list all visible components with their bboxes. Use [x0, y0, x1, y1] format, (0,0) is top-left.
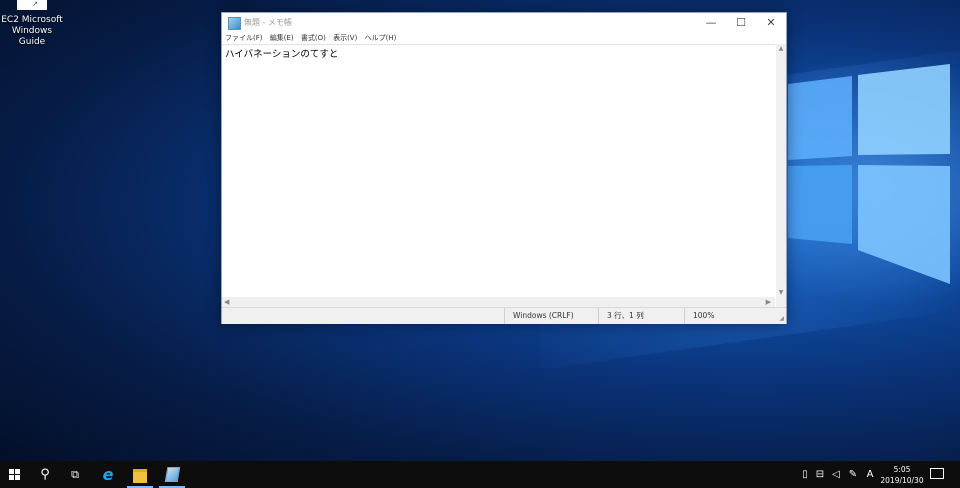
- title-bar[interactable]: 無題 - メモ帳 — ☐ ✕: [222, 13, 786, 33]
- close-button[interactable]: ✕: [756, 13, 786, 33]
- maximize-button[interactable]: ☐: [726, 13, 756, 33]
- folder-icon: [133, 469, 147, 483]
- scroll-left-icon[interactable]: ◀: [224, 297, 229, 307]
- scroll-up-icon[interactable]: ▲: [776, 45, 786, 52]
- pen-icon[interactable]: ✎: [846, 461, 860, 488]
- status-bar: Windows (CRLF) 3 行、1 列 100% ◢: [222, 307, 786, 324]
- menu-view[interactable]: 表示(V): [333, 34, 357, 42]
- usb-device-icon[interactable]: ▯: [799, 461, 811, 488]
- minimize-button[interactable]: —: [696, 13, 726, 33]
- scrollbar-corner: [776, 297, 786, 307]
- desktop-icon-ec2-guide[interactable]: ↗ EC2 Microsoft Windows Guide: [0, 0, 64, 48]
- notepad-app-icon[interactable]: [228, 17, 241, 30]
- scroll-down-icon[interactable]: ▼: [776, 289, 786, 296]
- clock-time: 5:05: [893, 465, 911, 474]
- status-cursor-position: 3 行、1 列: [598, 308, 685, 324]
- menu-format[interactable]: 書式(O): [301, 34, 326, 42]
- network-icon[interactable]: ⊟: [813, 461, 827, 488]
- editor-content[interactable]: ハイバネーションのてすと: [225, 46, 338, 60]
- horizontal-scrollbar[interactable]: ◀ ▶: [222, 297, 775, 307]
- clock-date: 2019/10/30: [880, 476, 924, 485]
- notepad-taskbar-button[interactable]: [157, 461, 187, 488]
- shortcut-arrow-icon: ↗: [31, 0, 39, 8]
- desktop-icon-label-line2: Windows Guide: [11, 26, 53, 47]
- notepad-window[interactable]: 無題 - メモ帳 — ☐ ✕ ファイル(F) 編集(E) 書式(O) 表示(V)…: [221, 12, 787, 324]
- wallpaper-windows-logo: [788, 64, 950, 284]
- taskbar: ⚲ ⧉ e ▯ ⊟ ◁ ✎ A 5:05 2019/10/30: [0, 461, 960, 488]
- internet-explorer-icon: e: [102, 465, 114, 484]
- shortcut-thumbnail: ↗: [17, 0, 47, 10]
- windows-start-icon: [9, 469, 20, 480]
- window-title: 無題 - メモ帳: [244, 18, 292, 27]
- task-view-icon: ⧉: [71, 468, 79, 481]
- status-line-ending: Windows (CRLF): [504, 308, 599, 324]
- text-editor[interactable]: ハイバネーションのてすと: [222, 44, 775, 298]
- volume-muted-icon[interactable]: ◁: [829, 461, 843, 488]
- ime-indicator[interactable]: A: [863, 461, 877, 488]
- scroll-right-icon[interactable]: ▶: [766, 297, 771, 307]
- start-button[interactable]: [0, 461, 30, 488]
- task-view-button[interactable]: ⧉: [60, 461, 90, 488]
- status-zoom: 100%: [684, 308, 763, 324]
- desktop-icon-label: EC2 Microsoft Windows Guide: [0, 15, 64, 48]
- resize-grip-icon[interactable]: ◢: [779, 315, 784, 322]
- notepad-icon: [164, 467, 181, 482]
- search-icon: ⚲: [40, 467, 50, 482]
- search-button[interactable]: ⚲: [30, 461, 60, 488]
- internet-explorer-button[interactable]: e: [93, 461, 123, 488]
- vertical-scrollbar[interactable]: ▲ ▼: [776, 44, 786, 297]
- menu-edit[interactable]: 編集(E): [270, 34, 294, 42]
- menu-bar: ファイル(F) 編集(E) 書式(O) 表示(V) ヘルプ(H): [222, 33, 786, 44]
- menu-file[interactable]: ファイル(F): [225, 34, 263, 42]
- action-center-icon[interactable]: [930, 468, 944, 479]
- file-explorer-button[interactable]: [125, 461, 155, 488]
- menu-help[interactable]: ヘルプ(H): [365, 34, 397, 42]
- desktop-icon-label-line1: EC2 Microsoft: [1, 15, 63, 25]
- taskbar-clock[interactable]: 5:05 2019/10/30: [876, 464, 928, 486]
